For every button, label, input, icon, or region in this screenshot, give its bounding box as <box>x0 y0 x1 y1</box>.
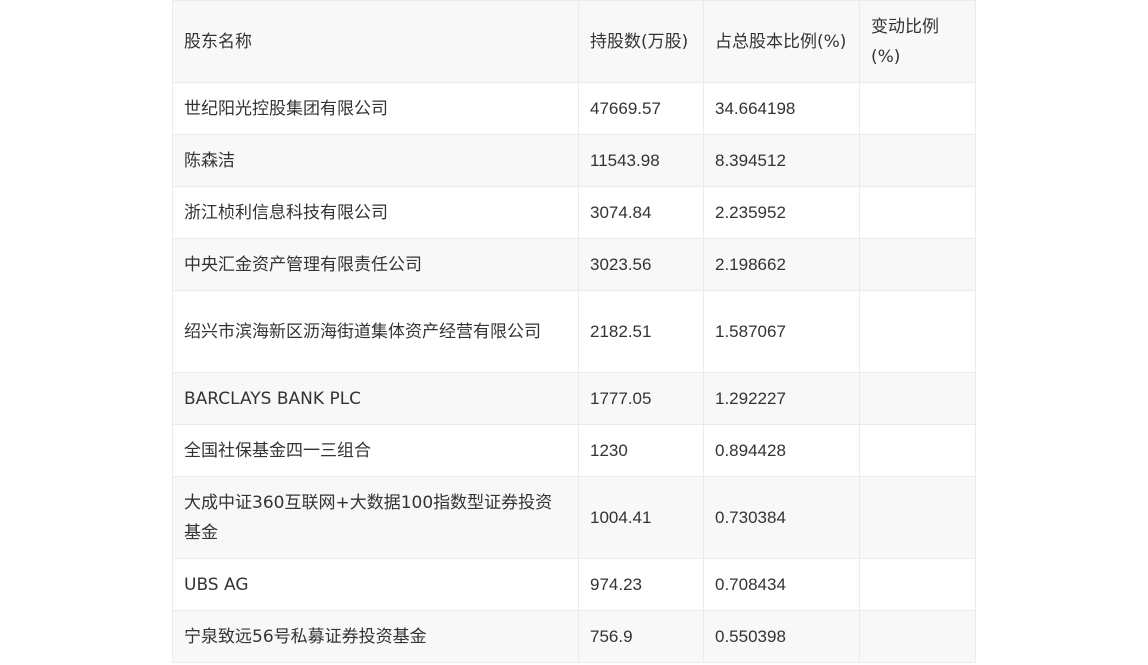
cell-ratio: 0.730384 <box>703 476 860 559</box>
header-ratio: 占总股本比例(%) <box>703 0 860 83</box>
header-row: 股东名称 持股数(万股) 占总股本比例(%) 变动比例(%) <box>172 0 976 83</box>
cell-shares: 47669.57 <box>578 82 704 135</box>
table-row: 中央汇金资产管理有限责任公司 3023.56 2.198662 <box>172 238 976 291</box>
cell-ratio: 2.235952 <box>703 186 860 239</box>
cell-change <box>859 82 976 135</box>
table-row: 陈森洁 11543.98 8.394512 <box>172 134 976 187</box>
cell-shares: 3074.84 <box>578 186 704 239</box>
cell-shares: 11543.98 <box>578 134 704 187</box>
cell-shareholder-name: 中央汇金资产管理有限责任公司 <box>172 238 579 291</box>
table-row: 宁泉致远56号私募证券投资基金 756.9 0.550398 <box>172 610 976 663</box>
cell-ratio: 2.198662 <box>703 238 860 291</box>
cell-shareholder-name: 大成中证360互联网+大数据100指数型证券投资基金 <box>172 476 579 559</box>
cell-shareholder-name: 宁泉致远56号私募证券投资基金 <box>172 610 579 663</box>
cell-shares: 1004.41 <box>578 476 704 559</box>
cell-change <box>859 186 976 239</box>
cell-shares: 3023.56 <box>578 238 704 291</box>
header-shareholder-name: 股东名称 <box>172 0 579 83</box>
cell-shares: 2182.51 <box>578 290 704 373</box>
table-row: 大成中证360互联网+大数据100指数型证券投资基金 1004.41 0.730… <box>172 476 976 559</box>
table-header: 股东名称 持股数(万股) 占总股本比例(%) 变动比例(%) <box>172 0 976 83</box>
cell-shares: 756.9 <box>578 610 704 663</box>
cell-ratio: 34.664198 <box>703 82 860 135</box>
cell-change <box>859 134 976 187</box>
table-row: 全国社保基金四一三组合 1230 0.894428 <box>172 424 976 477</box>
cell-ratio: 0.550398 <box>703 610 860 663</box>
cell-shareholder-name: UBS AG <box>172 558 579 611</box>
cell-ratio: 1.292227 <box>703 372 860 425</box>
table-row: BARCLAYS BANK PLC 1777.05 1.292227 <box>172 372 976 425</box>
table-row: 绍兴市滨海新区沥海街道集体资产经营有限公司 2182.51 1.587067 <box>172 290 976 373</box>
cell-change <box>859 290 976 373</box>
cell-shares: 974.23 <box>578 558 704 611</box>
cell-shareholder-name: 绍兴市滨海新区沥海街道集体资产经营有限公司 <box>172 290 579 373</box>
cell-ratio: 0.708434 <box>703 558 860 611</box>
header-shares: 持股数(万股) <box>578 0 704 83</box>
cell-shareholder-name: 浙江桢利信息科技有限公司 <box>172 186 579 239</box>
shareholder-table-container: 股东名称 持股数(万股) 占总股本比例(%) 变动比例(%) 世纪阳光控股集团有… <box>172 0 976 663</box>
shareholder-table: 股东名称 持股数(万股) 占总股本比例(%) 变动比例(%) 世纪阳光控股集团有… <box>172 0 976 663</box>
cell-change <box>859 238 976 291</box>
cell-shares: 1777.05 <box>578 372 704 425</box>
cell-shareholder-name: BARCLAYS BANK PLC <box>172 372 579 425</box>
cell-shareholder-name: 陈森洁 <box>172 134 579 187</box>
cell-shares: 1230 <box>578 424 704 477</box>
cell-change <box>859 476 976 559</box>
table-body: 世纪阳光控股集团有限公司 47669.57 34.664198 陈森洁 1154… <box>172 82 976 663</box>
cell-change <box>859 424 976 477</box>
table-row: UBS AG 974.23 0.708434 <box>172 558 976 611</box>
cell-change <box>859 372 976 425</box>
table-row: 浙江桢利信息科技有限公司 3074.84 2.235952 <box>172 186 976 239</box>
cell-shareholder-name: 世纪阳光控股集团有限公司 <box>172 82 579 135</box>
cell-ratio: 8.394512 <box>703 134 860 187</box>
cell-shareholder-name: 全国社保基金四一三组合 <box>172 424 579 477</box>
cell-change <box>859 610 976 663</box>
table-row: 世纪阳光控股集团有限公司 47669.57 34.664198 <box>172 82 976 135</box>
cell-ratio: 1.587067 <box>703 290 860 373</box>
header-change: 变动比例(%) <box>859 0 976 83</box>
cell-change <box>859 558 976 611</box>
cell-ratio: 0.894428 <box>703 424 860 477</box>
